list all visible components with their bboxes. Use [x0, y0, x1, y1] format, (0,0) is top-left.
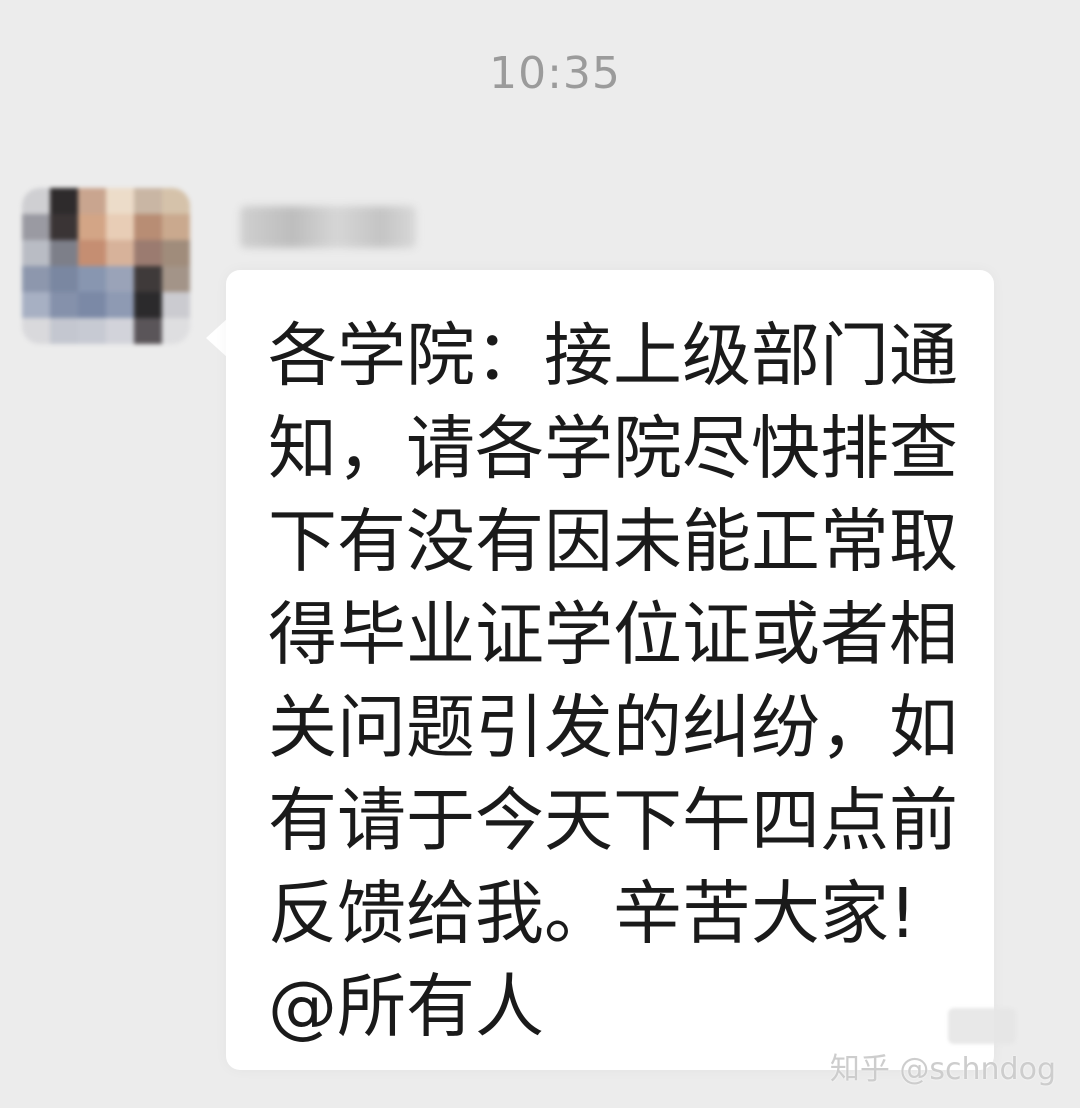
avatar-pixel — [162, 266, 190, 292]
bubble-tail — [206, 318, 228, 358]
avatar-pixel — [22, 266, 50, 292]
avatar-pixel — [106, 240, 134, 266]
avatar-pixel — [22, 292, 50, 318]
avatar-pixel — [78, 292, 106, 318]
avatar-pixel — [50, 292, 78, 318]
avatar-pixel — [162, 214, 190, 240]
avatar-pixel — [106, 266, 134, 292]
avatar-pixel — [78, 318, 106, 344]
avatar-pixel — [162, 188, 190, 214]
sender-name-blurred — [240, 206, 416, 248]
message-timestamp: 10:35 — [489, 48, 621, 99]
message-line: 关问题引发的纠纷，如 — [268, 688, 958, 768]
watermark: 知乎 @schndog — [829, 1008, 1056, 1088]
avatar-pixel — [50, 266, 78, 292]
message-line: 反馈给我。辛苦大家! — [268, 874, 917, 954]
message-line: 得毕业证学位证或者相 — [268, 595, 958, 675]
avatar-pixel — [22, 240, 50, 266]
avatar-pixel — [50, 240, 78, 266]
message-line: 知，请各学院尽快排查 — [268, 409, 958, 489]
mention-all: @所有人 — [268, 967, 544, 1047]
chat-window: 10:35 各学院：接上级部门通 知，请各学院尽快排查 下有没有因未能正常取 得… — [0, 0, 1080, 1108]
avatar-pixel — [78, 214, 106, 240]
avatar-pixel — [134, 240, 162, 266]
avatar-pixel — [50, 214, 78, 240]
watermark-text: 知乎 @schndog — [829, 1052, 1056, 1087]
avatar-pixel — [50, 318, 78, 344]
avatar-pixel — [106, 318, 134, 344]
message-line: 各学院：接上级部门通 — [268, 316, 958, 396]
avatar-pixel — [22, 214, 50, 240]
avatar-pixel — [134, 318, 162, 344]
avatar-pixel — [106, 292, 134, 318]
avatar-pixel — [106, 214, 134, 240]
avatar-pixel — [50, 188, 78, 214]
message-text: 各学院：接上级部门通 知，请各学院尽快排查 下有没有因未能正常取 得毕业证学位证… — [268, 310, 968, 1054]
avatar-pixel — [78, 188, 106, 214]
avatar-pixel — [22, 188, 50, 214]
avatar-pixel — [78, 240, 106, 266]
avatar-pixel — [134, 266, 162, 292]
avatar-pixel — [78, 266, 106, 292]
message-line: 有请于今天下午四点前 — [268, 781, 958, 861]
avatar-pixel — [134, 188, 162, 214]
avatar-pixel — [134, 214, 162, 240]
avatar-pixel — [162, 240, 190, 266]
avatar-pixel — [22, 318, 50, 344]
avatar-pixel — [162, 318, 190, 344]
avatar-pixel — [134, 292, 162, 318]
avatar-pixel — [162, 292, 190, 318]
sender-avatar[interactable] — [22, 188, 190, 344]
watermark-badge — [948, 1008, 1016, 1044]
message-line: 下有没有因未能正常取 — [268, 502, 958, 582]
avatar-pixel — [106, 188, 134, 214]
